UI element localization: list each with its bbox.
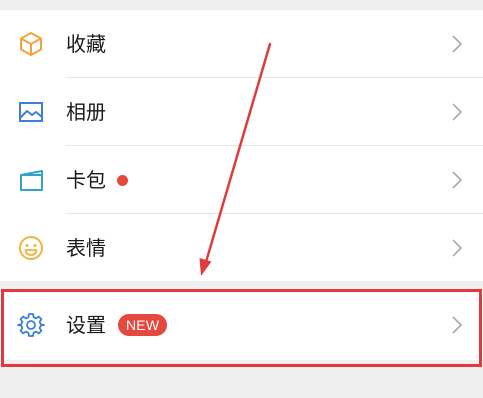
menu-item-settings[interactable]: 设置 NEW (0, 291, 483, 360)
menu-item-label: 收藏 (66, 32, 106, 56)
chevron-right-icon (451, 238, 463, 258)
album-picture-icon (17, 98, 45, 126)
menu-item-album[interactable]: 相册 (0, 78, 483, 146)
card-wallet-icon (17, 166, 45, 194)
menu-item-label: 表情 (66, 236, 106, 260)
smiley-face-icon (17, 234, 45, 262)
chevron-right-icon (451, 34, 463, 54)
new-badge: NEW (118, 314, 168, 336)
notification-dot (117, 175, 128, 186)
chevron-right-icon (451, 315, 463, 335)
settings-label: 设置 (66, 313, 106, 337)
menu-item-stickers[interactable]: 表情 (0, 214, 483, 282)
chevron-right-icon (451, 102, 463, 122)
menu-item-label: 相册 (66, 100, 106, 124)
gear-icon (17, 311, 45, 339)
menu-group-settings: 设置 NEW (0, 291, 483, 360)
menu-item-label: 卡包 (66, 168, 106, 192)
menu-group-main: 收藏 相册 卡包 表情 (0, 10, 483, 281)
menu-item-card-wallet[interactable]: 卡包 (0, 146, 483, 214)
chevron-right-icon (451, 170, 463, 190)
favorites-cube-icon (17, 30, 45, 58)
menu-item-favorites[interactable]: 收藏 (0, 10, 483, 78)
